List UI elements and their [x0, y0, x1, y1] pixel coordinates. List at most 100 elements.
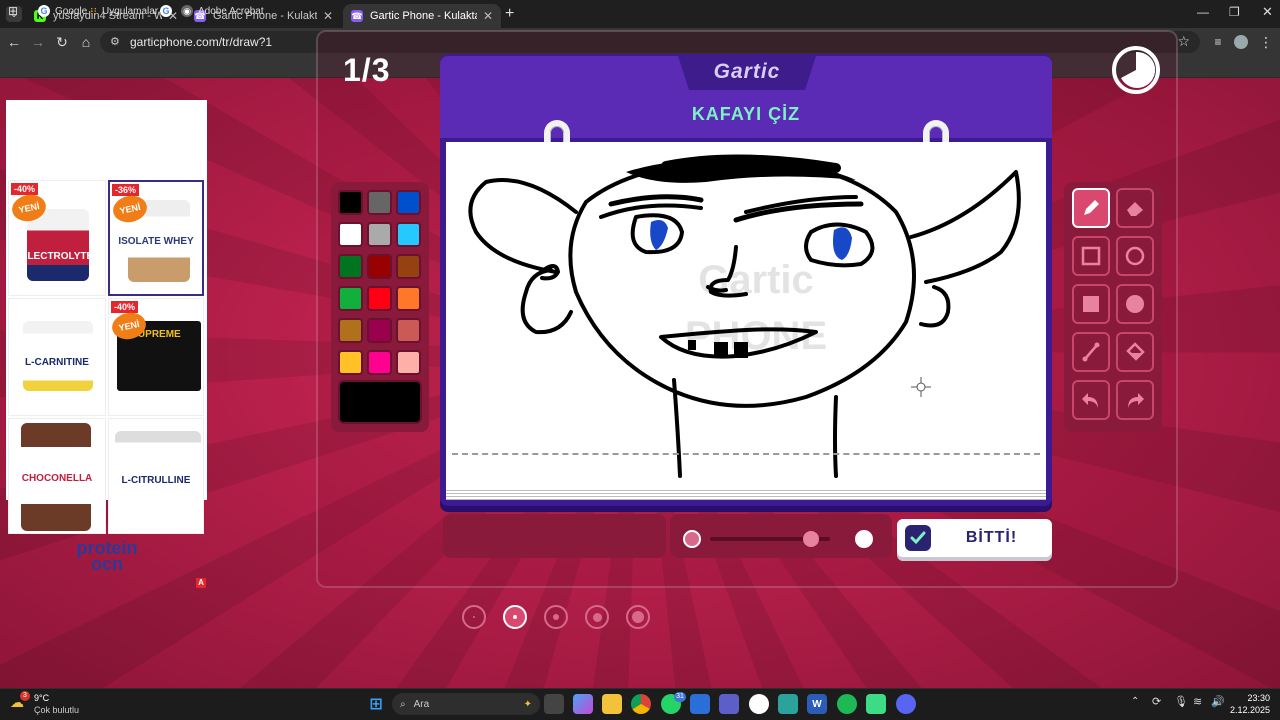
color-swatch[interactable] — [367, 190, 392, 215]
copilot-icon[interactable] — [573, 694, 593, 714]
forward-icon[interactable]: → — [28, 32, 48, 52]
color-swatch[interactable] — [396, 350, 421, 375]
apps-grid-icon[interactable]: ⊞ — [8, 3, 18, 19]
bookmark-adobe[interactable]: ◉ Adobe Acrobat — [181, 3, 264, 19]
color-swatch[interactable] — [338, 190, 363, 215]
ad-brand-logo[interactable]: protein ocn — [8, 539, 206, 573]
discord-icon[interactable] — [896, 694, 916, 714]
undo-tool[interactable] — [1072, 380, 1110, 420]
ad-choices-icon[interactable]: A — [196, 578, 206, 588]
color-swatch[interactable] — [338, 350, 363, 375]
check-icon — [905, 525, 931, 551]
bookmark-google[interactable]: G Google — [38, 3, 87, 19]
file-explorer-icon[interactable] — [602, 694, 622, 714]
rect-fill-tool[interactable] — [1072, 284, 1110, 324]
brush-size-dot — [553, 614, 559, 620]
weather-widget[interactable]: ☁ 3 9°C Çok bulutlu — [10, 691, 90, 718]
new-tab-button[interactable]: + — [505, 5, 514, 23]
color-swatch[interactable] — [396, 254, 421, 279]
ad-product-supreme[interactable]: SUPREME -40% YENİ — [108, 298, 204, 416]
color-swatch[interactable] — [338, 222, 363, 247]
ad-product-l-carnitine[interactable]: L-CARNITINE — [8, 298, 106, 416]
android-icon[interactable] — [866, 694, 886, 714]
brush-size-xs[interactable] — [462, 605, 486, 629]
brush-size-l[interactable] — [585, 605, 609, 629]
photos-icon[interactable] — [778, 694, 798, 714]
menu-icon[interactable]: ⋮ — [1256, 32, 1276, 52]
volume-icon[interactable]: 🔊 — [1211, 695, 1225, 708]
color-swatch[interactable] — [367, 222, 392, 247]
ad-product-isolate-whey[interactable]: ISOLATE WHEY -36% YENİ — [108, 180, 204, 296]
color-swatch[interactable] — [338, 318, 363, 343]
color-swatch[interactable] — [338, 254, 363, 279]
line-tool[interactable] — [1072, 332, 1110, 372]
bookmark-star-icon[interactable]: ☆ — [1177, 33, 1190, 50]
drawing-canvas[interactable]: Gartic PHONE — [446, 142, 1046, 488]
chatgpt-icon[interactable] — [749, 694, 769, 714]
ad-product-choconella[interactable]: CHOCONELLA — [8, 418, 106, 534]
color-swatch[interactable] — [367, 286, 392, 311]
color-swatch[interactable] — [367, 350, 392, 375]
profile-avatar[interactable] — [1234, 35, 1248, 49]
redo-tool[interactable] — [1116, 380, 1154, 420]
close-icon[interactable]: ✕ — [323, 9, 333, 23]
opacity-slider-handle[interactable] — [802, 531, 819, 547]
reading-list-icon[interactable]: ≡ — [1208, 32, 1228, 52]
brush-size-dot — [473, 616, 475, 618]
back-icon[interactable]: ← — [4, 32, 24, 52]
adobe-acrobat-icon: ◉ — [181, 5, 193, 17]
chrome-icon[interactable] — [631, 694, 651, 714]
start-icon[interactable]: ⊞ — [366, 694, 386, 714]
done-button[interactable]: BİTTİ! — [897, 519, 1052, 557]
bookmark-google-blank[interactable]: G — [160, 3, 177, 19]
microphone-icon[interactable]: 🎙 — [1174, 695, 1188, 708]
circle-outline-tool[interactable] — [1116, 236, 1154, 276]
brush-size-dot — [592, 612, 602, 622]
ad-product-electrolyte[interactable]: ELECTROLYTE -40% YENİ — [8, 180, 106, 296]
home-icon[interactable]: ⌂ — [76, 32, 96, 52]
maximize-button[interactable]: ❐ — [1229, 5, 1240, 19]
search-placeholder: Ara — [413, 698, 430, 710]
color-swatch[interactable] — [367, 318, 392, 343]
timer-icon — [1112, 46, 1160, 94]
brush-size-m[interactable] — [544, 605, 568, 629]
rect-fill-icon — [1083, 296, 1099, 312]
color-swatch[interactable] — [396, 318, 421, 343]
spotify-icon[interactable] — [837, 694, 857, 714]
color-swatch[interactable] — [396, 222, 421, 247]
brush-size-xl[interactable] — [626, 605, 650, 629]
current-color-swatch — [338, 380, 422, 424]
reload-icon[interactable]: ↻ — [52, 32, 72, 52]
ad-product-l-citrulline[interactable]: L-CITRULLINE — [108, 418, 204, 534]
google-icon: G — [38, 5, 50, 17]
tab-gartic-2[interactable]: ☎ Gartic Phone - Kulaktan Kulağa ✕ — [343, 4, 501, 28]
taskbar-search[interactable]: ⌕ Ara ✦ — [392, 693, 540, 715]
pencil-tool[interactable] — [1072, 188, 1110, 228]
color-swatch[interactable] — [396, 286, 421, 311]
brush-size-s[interactable] — [503, 605, 527, 629]
teams-icon[interactable] — [719, 694, 739, 714]
store-icon[interactable] — [690, 694, 710, 714]
task-view-icon[interactable] — [544, 694, 564, 714]
bookmark-apps[interactable]: ⁝⁝ Uygulamalar — [90, 3, 158, 19]
tray-chevron-icon[interactable]: ⌃ — [1131, 696, 1139, 707]
wifi-icon[interactable]: ≋ — [1193, 695, 1202, 708]
site-info-icon[interactable]: ⚙ — [110, 35, 120, 48]
eraser-tool[interactable] — [1116, 188, 1154, 228]
word-icon[interactable]: W — [807, 694, 827, 714]
circle-fill-tool[interactable] — [1116, 284, 1154, 324]
color-swatch[interactable] — [396, 190, 421, 215]
clock[interactable]: 23:30 2.12.2025 — [1228, 692, 1270, 716]
network-icon[interactable]: ⟳ — [1152, 695, 1161, 708]
round-counter: 1/3 — [343, 52, 391, 88]
gartic-icon: ☎ — [351, 10, 363, 22]
rect-outline-tool[interactable] — [1072, 236, 1110, 276]
color-swatch[interactable] — [367, 254, 392, 279]
window-close-button[interactable]: ✕ — [1262, 4, 1273, 20]
close-icon[interactable]: ✕ — [483, 9, 493, 23]
product-name: L-CITRULLINE — [121, 475, 191, 486]
fill-bucket-tool[interactable] — [1116, 332, 1154, 372]
color-swatch[interactable] — [338, 286, 363, 311]
minimize-button[interactable]: — — [1197, 5, 1209, 19]
apps-icon: ⁝⁝ — [90, 5, 97, 18]
